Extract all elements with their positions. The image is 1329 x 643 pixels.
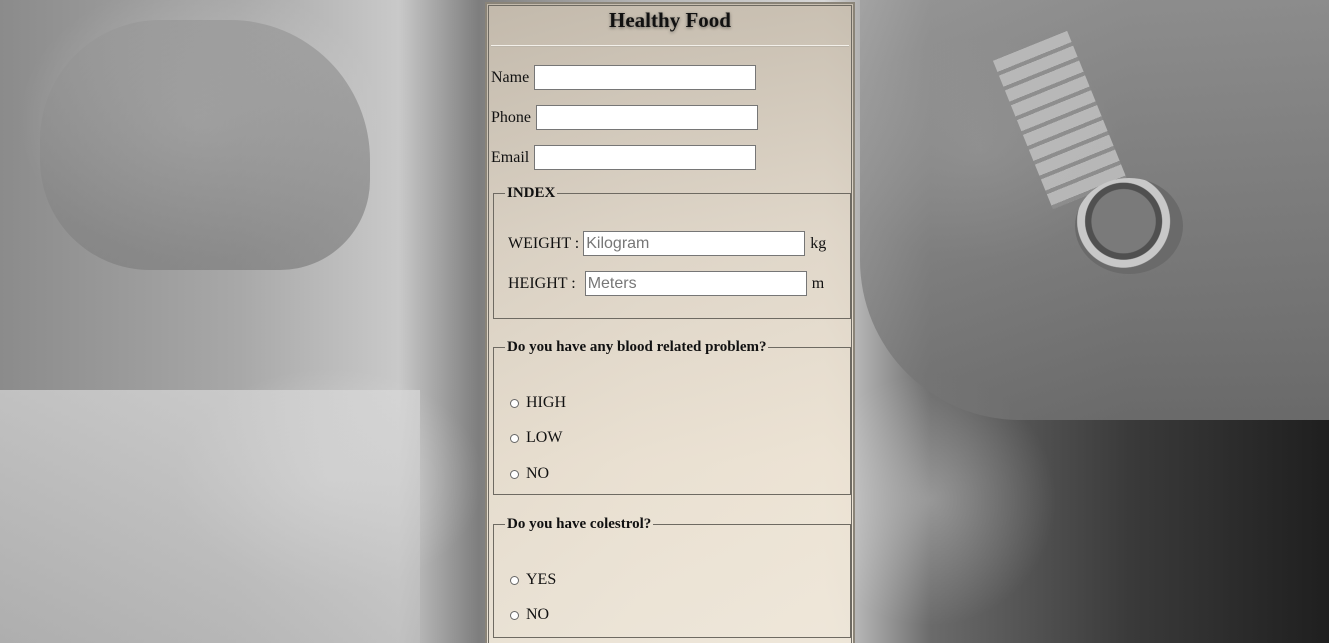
- email-row: Email: [491, 145, 757, 170]
- email-input[interactable]: [534, 145, 757, 170]
- phone-label: Phone: [491, 108, 531, 126]
- blood-option-low[interactable]: LOW: [510, 429, 562, 447]
- height-label: HEIGHT :: [508, 274, 576, 292]
- blood-legend: Do you have any blood related problem?: [507, 339, 767, 355]
- colestrol-fieldset: Do you have colestrol? YES NO: [493, 516, 851, 638]
- radio-label: YES: [526, 571, 557, 588]
- blood-option-high[interactable]: HIGH: [510, 394, 566, 412]
- colestrol-option-yes[interactable]: YES: [510, 571, 556, 589]
- background-watch: [1075, 178, 1183, 274]
- form-panel: Healthy Food Name Phone Email INDEX WEIG…: [485, 2, 855, 643]
- index-legend: INDEX: [507, 185, 556, 201]
- radio-button[interactable]: [510, 398, 519, 408]
- radio-label: LOW: [526, 429, 563, 446]
- blood-fieldset: Do you have any blood related problem? H…: [493, 339, 851, 495]
- blood-option-no[interactable]: NO: [510, 465, 549, 483]
- background-hand: [40, 20, 370, 270]
- weight-label: WEIGHT :: [508, 234, 580, 252]
- height-row: HEIGHT : m: [508, 271, 824, 296]
- colestrol-option-no[interactable]: NO: [510, 606, 549, 624]
- radio-label: HIGH: [526, 394, 566, 411]
- weight-row: WEIGHT : kg: [508, 231, 826, 256]
- page-title: Healthy Food: [609, 8, 731, 32]
- index-fieldset: INDEX WEIGHT : kg HEIGHT : m: [493, 185, 851, 319]
- name-label: Name: [491, 68, 530, 86]
- radio-button[interactable]: [510, 469, 519, 479]
- name-row: Name: [491, 65, 757, 90]
- weight-unit: kg: [810, 234, 827, 252]
- name-input[interactable]: [534, 65, 757, 90]
- height-unit: m: [811, 274, 825, 292]
- title-divider: [491, 45, 849, 47]
- weight-input[interactable]: [583, 231, 806, 256]
- phone-input[interactable]: [536, 105, 758, 130]
- radio-button[interactable]: [510, 610, 519, 620]
- radio-label: NO: [526, 606, 550, 623]
- height-input[interactable]: [584, 271, 807, 296]
- radio-button[interactable]: [510, 575, 519, 585]
- background-device: [0, 390, 420, 643]
- phone-row: Phone: [491, 105, 758, 130]
- colestrol-legend: Do you have colestrol?: [507, 516, 652, 532]
- radio-button[interactable]: [510, 433, 519, 443]
- radio-label: NO: [526, 465, 550, 482]
- email-label: Email: [491, 148, 530, 166]
